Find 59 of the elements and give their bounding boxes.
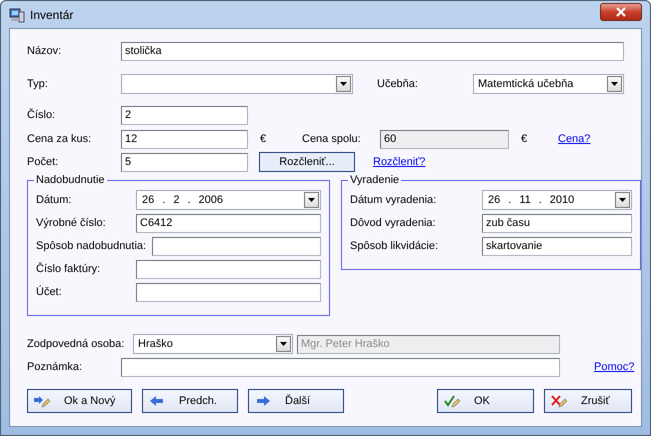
x-pencil-icon (551, 394, 567, 408)
arrow-pencil-icon (34, 394, 50, 408)
date-picker[interactable]: 26 . 11 . 2010 (482, 190, 632, 210)
close-icon (616, 6, 626, 16)
caret-down-icon (619, 198, 626, 202)
field-label: Zodpovedná osoba: (27, 338, 126, 350)
text-field[interactable]: C6412 (136, 214, 321, 232)
caret-down-icon (340, 82, 347, 86)
field-label: Výrobné číslo: (36, 217, 107, 229)
text-field[interactable] (152, 236, 321, 256)
currency-label: € (520, 133, 528, 145)
field-label: Počet: (27, 156, 60, 168)
field-label: Cena za kus: (27, 133, 92, 145)
ok-button[interactable]: OK (437, 389, 534, 413)
unit-price-field[interactable]: 12 (121, 130, 248, 148)
count-field[interactable]: 5 (121, 152, 248, 172)
classroom-dropdown[interactable]: Matemtická učebňa (473, 74, 624, 94)
prev-button[interactable]: Predch. (142, 389, 238, 413)
close-button[interactable] (600, 2, 642, 20)
group-title: Nadobudnutie (35, 174, 106, 186)
field-label: Názov: (27, 45, 62, 57)
split-button[interactable]: Rozčleniť... (259, 152, 355, 172)
field-label: Spôsob nadobudnutia: (36, 240, 148, 252)
caret-down-icon (611, 82, 618, 86)
field-label: Číslo: (27, 109, 56, 121)
field-label: Dátum: (36, 194, 72, 206)
currency-label: € (259, 133, 268, 145)
field-label: Dôvod vyradenia: (350, 217, 437, 229)
field-label: Cena spolu: (302, 133, 362, 145)
field-label: Dátum vyradenia: (350, 194, 438, 206)
window-title: Inventár (30, 8, 74, 22)
note-field[interactable] (121, 358, 560, 376)
computer-icon (9, 6, 25, 22)
right-arrow-icon (255, 394, 271, 408)
field-label: Účet: (36, 286, 63, 298)
left-arrow-icon (149, 394, 165, 408)
field-label: Spôsob likvidácie: (350, 240, 440, 252)
text-field[interactable] (136, 260, 321, 278)
split-help-link[interactable]: Rozčleniť? (373, 156, 426, 168)
field-label: Typ: (27, 78, 49, 90)
text-field[interactable]: zub času (482, 214, 632, 232)
cancel-button[interactable]: Zrušiť (544, 389, 632, 413)
caret-down-icon (308, 198, 315, 202)
check-pencil-icon (444, 394, 460, 408)
text-field[interactable] (136, 282, 321, 302)
date-picker[interactable]: 26 . 2 . 2006 (136, 190, 321, 210)
text-field[interactable]: skartovanie (482, 236, 632, 256)
caret-down-icon (280, 342, 287, 346)
person-dropdown[interactable]: Hraško (133, 334, 293, 354)
help-link[interactable]: Pomoc? (594, 361, 634, 373)
next-button[interactable]: Ďalší (248, 389, 344, 413)
group-title: Vyradenie (349, 174, 400, 186)
number-field[interactable]: 2 (121, 106, 248, 124)
field-label: Poznámka: (27, 361, 84, 373)
field-label: Číslo faktúry: (36, 263, 102, 275)
name-field[interactable]: stolička (121, 42, 624, 60)
price-help-link[interactable]: Cena? (558, 133, 590, 145)
field-label: Učebňa: (377, 78, 419, 90)
ok-new-button[interactable]: Ok a Nový (27, 389, 132, 413)
